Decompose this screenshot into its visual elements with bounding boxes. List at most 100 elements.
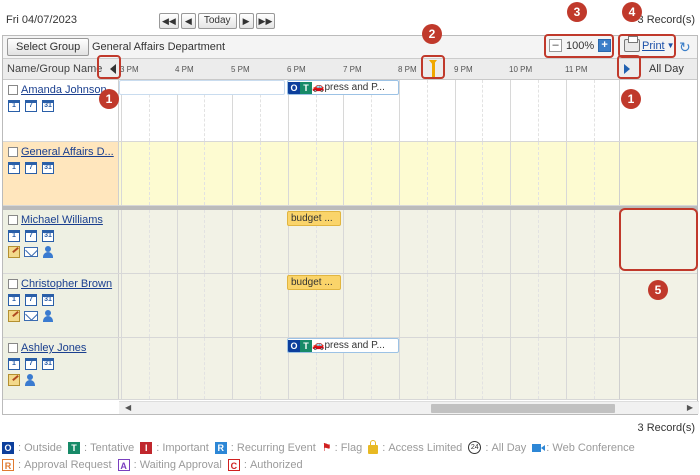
legend-recurring: Recurring Event bbox=[236, 441, 316, 454]
prev-day-button[interactable]: ◀ bbox=[180, 13, 196, 29]
grid-line bbox=[482, 338, 484, 399]
week-view-icon[interactable]: 7 bbox=[25, 294, 37, 306]
grid-line bbox=[176, 210, 178, 273]
legend-authorized: Authorized bbox=[249, 459, 303, 471]
grid-line bbox=[593, 338, 595, 399]
grid-line bbox=[148, 142, 150, 205]
callout-badge: 3 bbox=[567, 2, 587, 22]
highlight-box bbox=[544, 34, 614, 58]
car-icon: 🚗 bbox=[312, 82, 325, 93]
tentative-badge: T bbox=[300, 82, 312, 94]
row-checkbox[interactable] bbox=[8, 85, 18, 95]
next-week-button[interactable]: ▶▶ bbox=[255, 13, 276, 29]
event-block[interactable]: O T 🚗press and P... bbox=[287, 80, 399, 95]
grid-line bbox=[287, 142, 289, 205]
all-day-cell[interactable] bbox=[620, 142, 697, 205]
legend-sep: : bbox=[18, 459, 22, 471]
scrollbar-thumb[interactable] bbox=[431, 404, 615, 413]
user-link[interactable]: Michael Williams bbox=[21, 214, 103, 226]
event-block[interactable]: O T 🚗press and P... bbox=[287, 338, 399, 353]
time-tick: 10 PM bbox=[509, 65, 533, 74]
user-link[interactable]: Christopher Brown bbox=[21, 278, 112, 290]
name-cell: Michael Williams 1 7 31 bbox=[3, 210, 119, 273]
highlight-box bbox=[619, 208, 698, 271]
timeline-cell[interactable]: budget ... bbox=[119, 274, 620, 337]
record-count-top: 3 Record(s) bbox=[637, 14, 695, 26]
time-tick: 4 PM bbox=[175, 65, 194, 74]
grid-line bbox=[148, 274, 150, 337]
legend-access: Access Limited bbox=[388, 441, 463, 454]
user-link[interactable]: Ashley Jones bbox=[21, 342, 86, 354]
refresh-icon[interactable]: ↻ bbox=[679, 39, 691, 56]
recurring-badge: R bbox=[214, 441, 227, 454]
event-block[interactable]: budget ... bbox=[287, 211, 341, 226]
grid-line bbox=[426, 142, 428, 205]
memo-icon[interactable] bbox=[8, 310, 20, 322]
day-view-icon[interactable]: 1 bbox=[8, 162, 20, 174]
mail-icon[interactable] bbox=[24, 247, 38, 257]
time-tick: 7 PM bbox=[343, 65, 362, 74]
grid-line bbox=[399, 80, 400, 141]
all-day-cell[interactable] bbox=[620, 338, 697, 399]
memo-icon[interactable] bbox=[8, 246, 20, 258]
legend-row-1: O: Outside T: Tentative I: Important R: … bbox=[2, 439, 641, 454]
legend-outside: Outside bbox=[24, 441, 63, 454]
event-block[interactable]: budget ... bbox=[287, 275, 341, 290]
event-continuation[interactable] bbox=[119, 80, 285, 95]
legend-webconf: Web Conference bbox=[552, 441, 635, 454]
month-view-icon[interactable]: 31 bbox=[42, 230, 54, 242]
week-view-icon[interactable]: 7 bbox=[25, 230, 37, 242]
mail-icon[interactable] bbox=[24, 311, 38, 321]
row-checkbox[interactable] bbox=[8, 279, 18, 289]
callout-badge: 5 bbox=[648, 280, 668, 300]
month-view-icon[interactable]: 31 bbox=[42, 162, 54, 174]
all-day-clock-icon: 24 bbox=[468, 441, 482, 454]
grid-line bbox=[399, 274, 400, 337]
today-button[interactable]: Today bbox=[197, 13, 237, 29]
grid-line bbox=[593, 210, 595, 273]
day-view-icon[interactable]: 1 bbox=[8, 100, 20, 112]
timeline-cell[interactable] bbox=[119, 142, 620, 205]
row-checkbox[interactable] bbox=[8, 215, 18, 225]
legend-tentative: Tentative bbox=[90, 441, 135, 454]
time-tick: 3 PM bbox=[120, 65, 139, 74]
select-group-button[interactable]: Select Group bbox=[7, 38, 90, 56]
scroll-right-icon[interactable]: ▶ bbox=[687, 403, 693, 412]
day-view-icon[interactable]: 1 bbox=[8, 358, 20, 370]
person-icon[interactable] bbox=[24, 374, 36, 386]
grid-line bbox=[593, 80, 595, 141]
user-link[interactable]: Amanda Johnson bbox=[21, 84, 107, 96]
row-checkbox[interactable] bbox=[8, 343, 18, 353]
group-row: General Affairs D... 1 7 31 bbox=[3, 142, 697, 206]
week-view-icon[interactable]: 7 bbox=[25, 358, 37, 370]
prev-week-button[interactable]: ◀◀ bbox=[159, 13, 179, 29]
grid-line bbox=[315, 142, 317, 205]
week-view-icon[interactable]: 7 bbox=[25, 100, 37, 112]
timeline-cell[interactable]: budget ... bbox=[119, 210, 620, 273]
day-view-icon[interactable]: 1 bbox=[8, 294, 20, 306]
month-view-icon[interactable]: 31 bbox=[42, 294, 54, 306]
group-link[interactable]: General Affairs D... bbox=[21, 146, 114, 158]
grid-line bbox=[482, 80, 484, 141]
week-view-icon[interactable]: 7 bbox=[25, 162, 37, 174]
person-icon[interactable] bbox=[42, 310, 54, 322]
grid-line bbox=[454, 338, 456, 399]
timeline-cell[interactable]: O T 🚗press and P... bbox=[119, 338, 620, 399]
month-view-icon[interactable]: 31 bbox=[42, 100, 54, 112]
scroll-left-icon[interactable]: ◀ bbox=[125, 403, 131, 412]
lock-icon bbox=[368, 439, 379, 454]
horizontal-scrollbar[interactable]: ◀ ▶ bbox=[119, 401, 699, 414]
next-day-button[interactable]: ▶ bbox=[238, 13, 254, 29]
grid-line bbox=[371, 142, 373, 205]
timeline-cell[interactable]: O T 🚗press and P... bbox=[119, 80, 620, 141]
grid-line bbox=[176, 338, 178, 399]
month-view-icon[interactable]: 31 bbox=[42, 358, 54, 370]
grid-line bbox=[565, 274, 567, 337]
row-checkbox[interactable] bbox=[8, 147, 18, 157]
legend-important: Important bbox=[162, 441, 209, 454]
grid-line bbox=[371, 274, 373, 337]
day-view-icon[interactable]: 1 bbox=[8, 230, 20, 242]
memo-icon[interactable] bbox=[8, 374, 20, 386]
grid-line bbox=[399, 338, 400, 399]
person-icon[interactable] bbox=[42, 246, 54, 258]
